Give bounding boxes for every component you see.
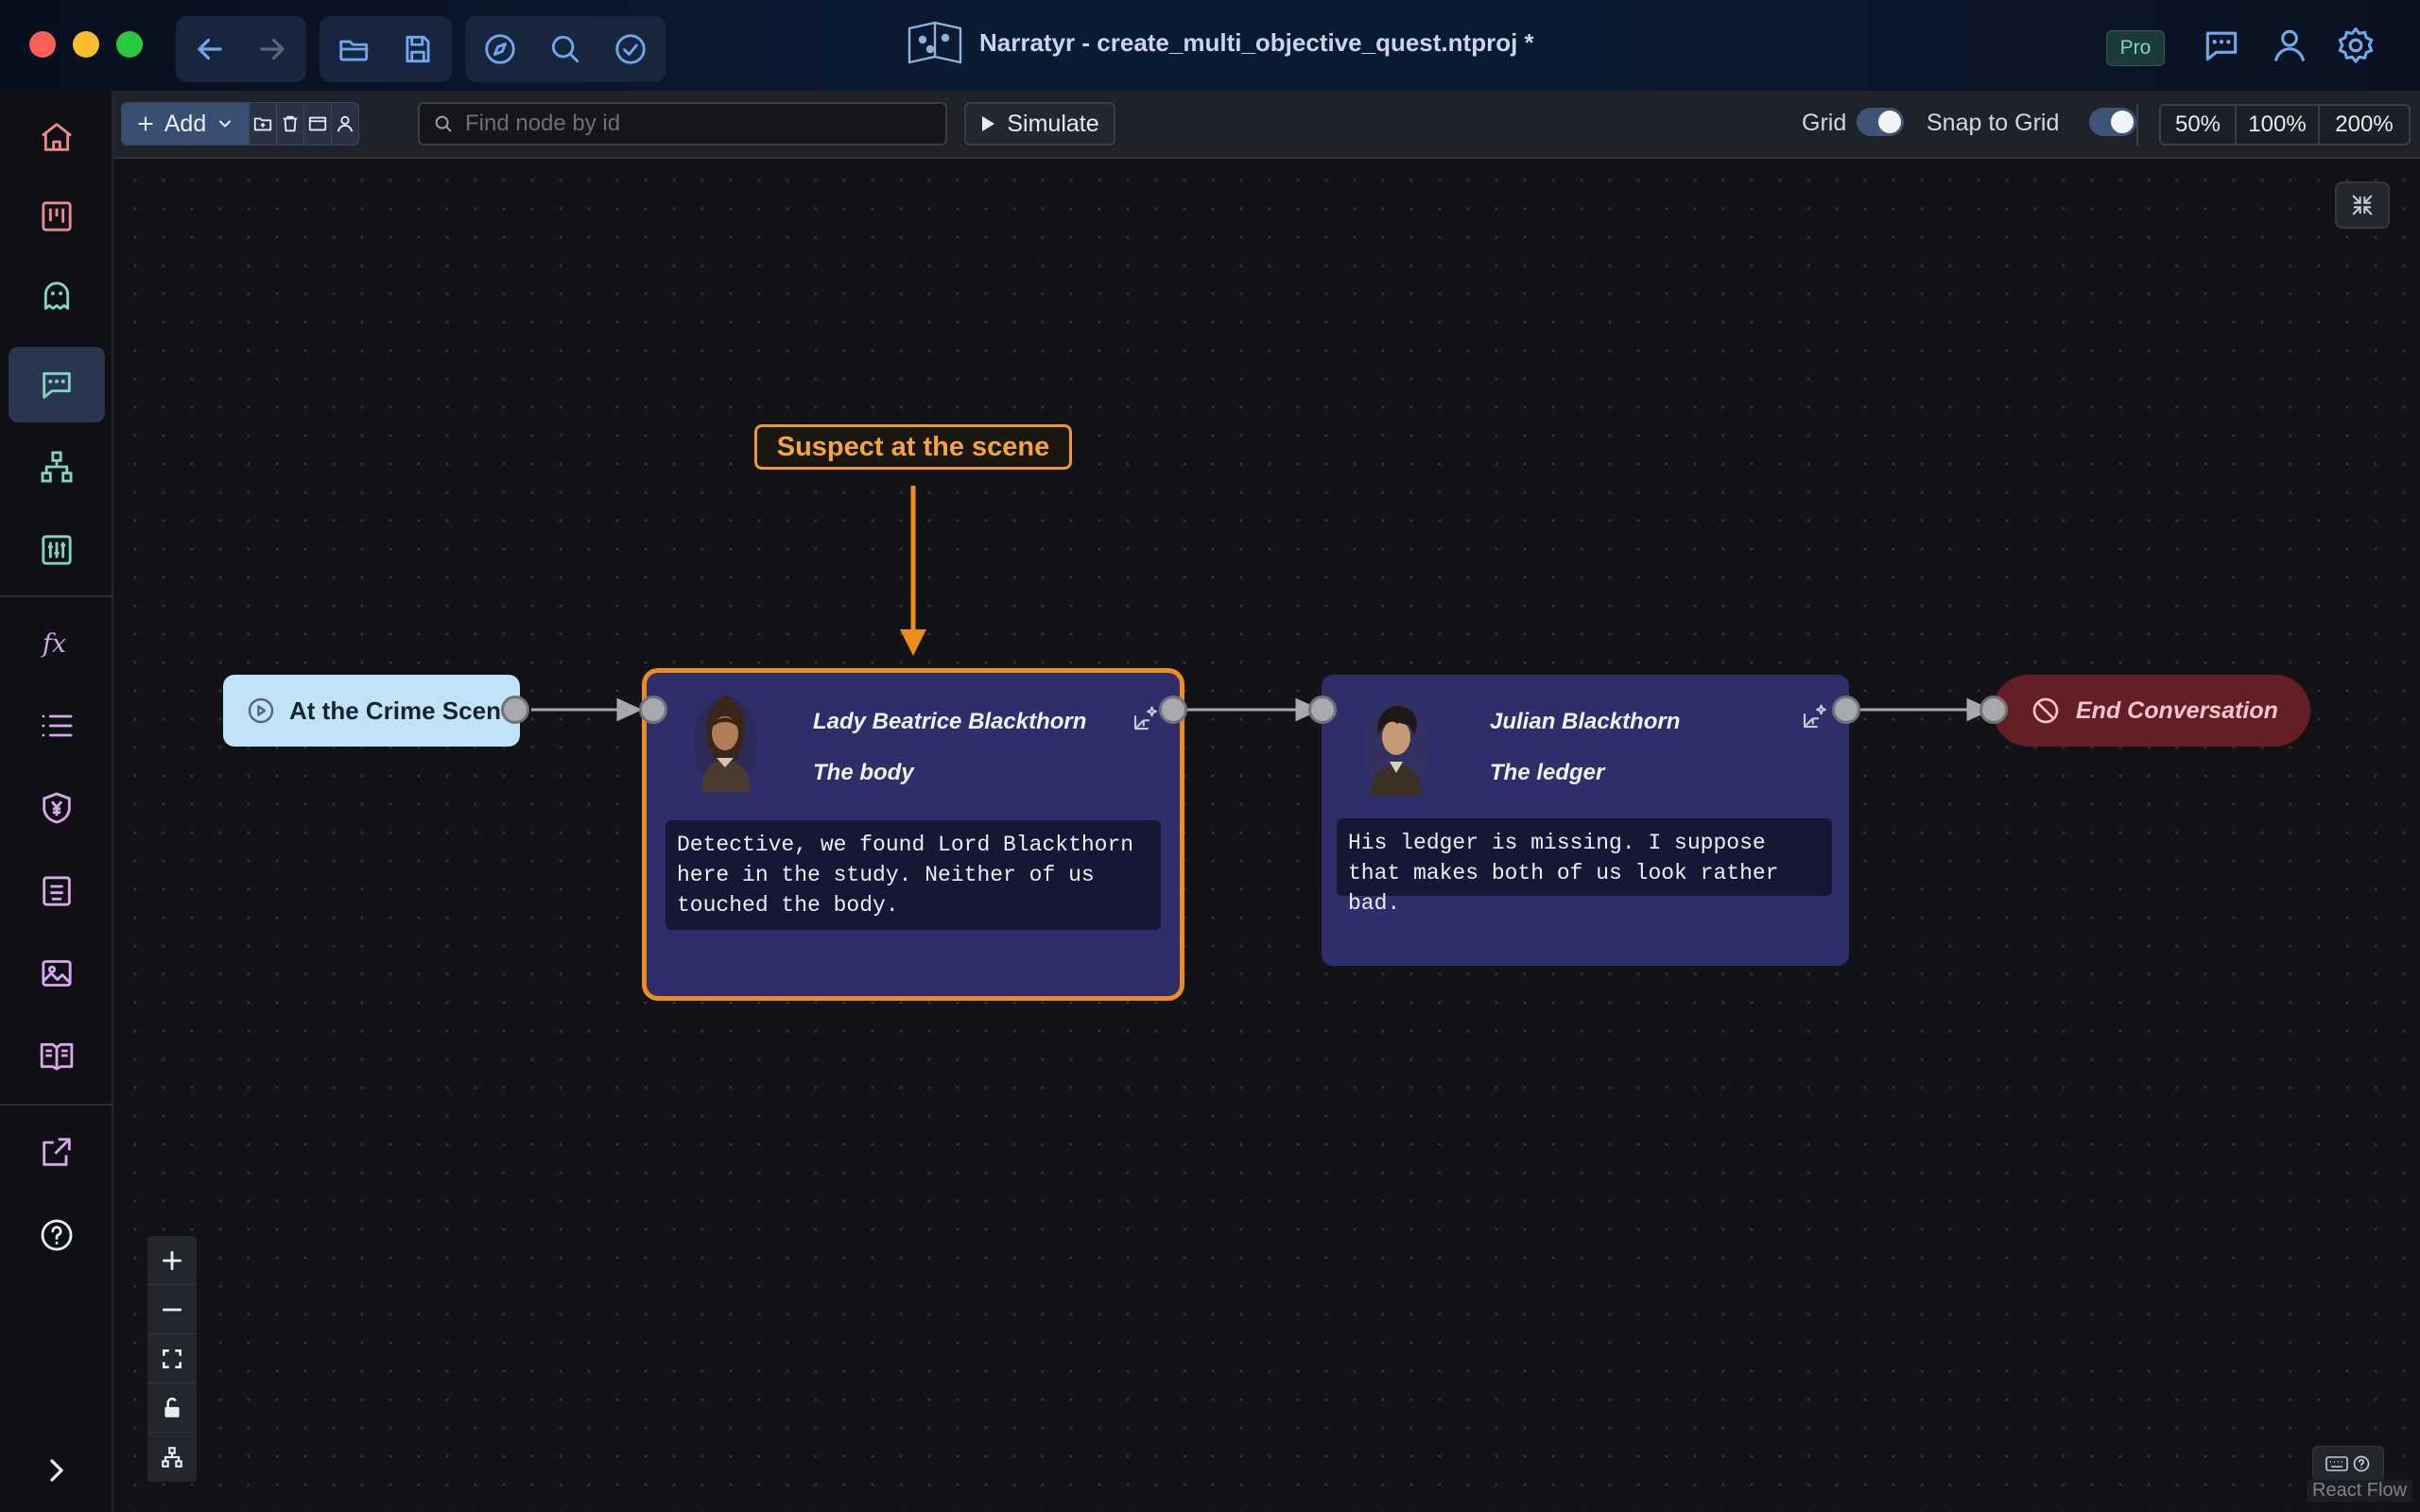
lock-button[interactable] xyxy=(147,1383,197,1433)
speaker-name: Julian Blackthorn xyxy=(1490,709,1681,734)
auto-layout-button[interactable] xyxy=(147,1433,197,1482)
keyboard-icon xyxy=(2325,1456,2348,1471)
speaker-name: Lady Beatrice Blackthorn xyxy=(813,709,1087,734)
fit-view-icon xyxy=(163,1349,182,1368)
dialogue-title: The body xyxy=(813,760,914,785)
dialogue-title: The ledger xyxy=(1490,760,1605,785)
edit-node-sparkle-icon[interactable] xyxy=(1800,703,1828,731)
zoom-out-button[interactable] xyxy=(147,1285,197,1334)
zoom-in-button[interactable] xyxy=(147,1236,197,1285)
end-conversation-node[interactable]: End Conversation xyxy=(1993,675,2310,747)
dialog1-input-handle[interactable] xyxy=(639,696,667,724)
canvas-controls xyxy=(147,1236,197,1482)
fit-view-button[interactable] xyxy=(147,1334,197,1383)
dialog2-input-handle[interactable] xyxy=(1308,696,1337,724)
edges-layer xyxy=(531,486,1993,722)
edge-arrowhead xyxy=(616,697,643,722)
hierarchy-icon xyxy=(162,1447,182,1468)
react-flow-attribution[interactable]: React Flow xyxy=(2307,1480,2413,1502)
character-avatar-lady-beatrice xyxy=(693,696,757,792)
help-question-icon xyxy=(2353,1455,2370,1472)
dialogue-text: Detective, we found Lord Blackthorn here… xyxy=(666,820,1161,930)
end-node-label: End Conversation xyxy=(2076,696,2278,724)
keyboard-help-button[interactable] xyxy=(2312,1446,2384,1482)
play-circle-icon xyxy=(248,697,274,724)
annotation-label[interactable]: Suspect at the scene xyxy=(754,424,1072,470)
end-input-handle[interactable] xyxy=(1979,696,2008,724)
edit-node-sparkle-icon[interactable] xyxy=(1131,705,1159,733)
plus-icon xyxy=(162,1250,182,1270)
character-avatar-julian xyxy=(1364,701,1428,796)
dialogue-text: His ledger is missing. I suppose that ma… xyxy=(1337,818,1832,916)
prohibited-icon xyxy=(2032,697,2059,724)
dialogue-node-julian[interactable]: Julian Blackthorn The ledger His ledger … xyxy=(1322,675,1849,966)
dialogue-node-lady-beatrice[interactable]: Lady Beatrice Blackthorn The body Detect… xyxy=(647,673,1180,996)
dialog2-output-handle[interactable] xyxy=(1832,696,1860,724)
annotation-arrowhead xyxy=(900,629,926,656)
start-node[interactable]: At the Crime Scene xyxy=(223,675,520,747)
start-output-handle[interactable] xyxy=(501,696,529,724)
start-node-label: At the Crime Scene xyxy=(289,696,515,725)
unlock-icon xyxy=(164,1397,180,1418)
dialog1-output-handle[interactable] xyxy=(1159,696,1187,724)
minus-icon xyxy=(162,1308,182,1311)
